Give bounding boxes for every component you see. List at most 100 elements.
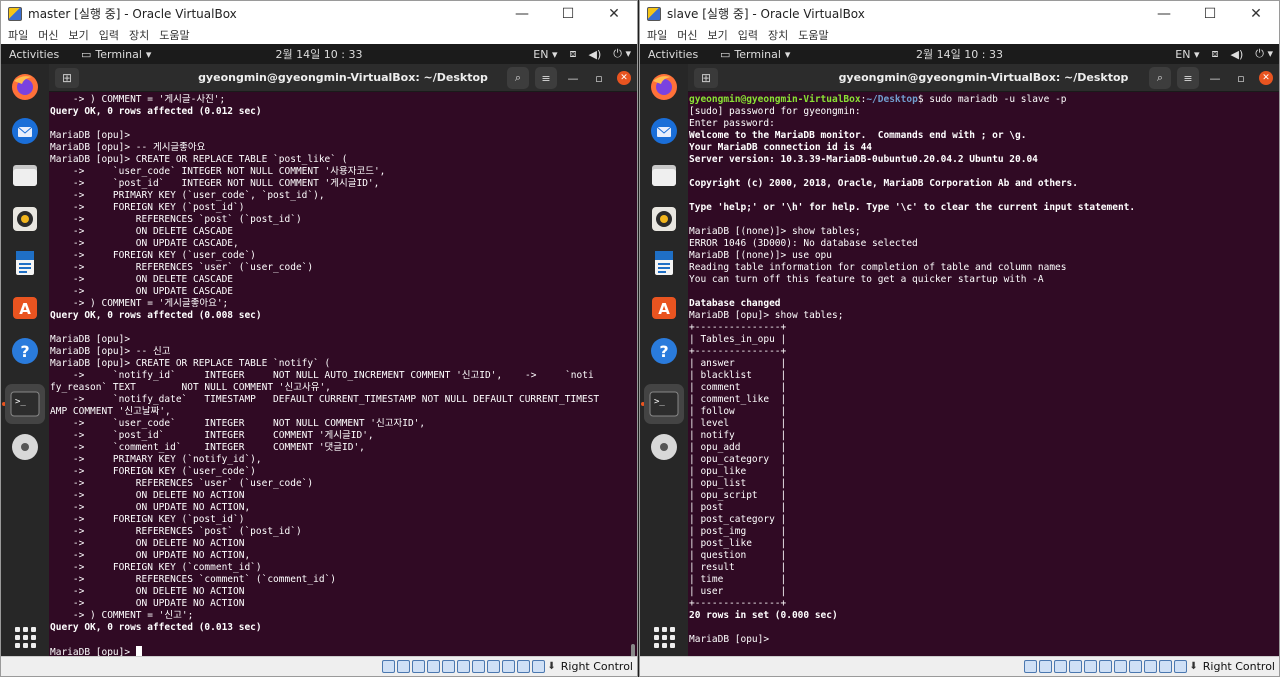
dock-writer[interactable] (8, 246, 42, 280)
show-applications-button[interactable] (8, 620, 42, 654)
dock-terminal[interactable]: >_ (5, 384, 45, 424)
optical-drive-icon[interactable] (1039, 660, 1053, 673)
menu-help[interactable]: 도움말 (159, 27, 189, 43)
maximize-button[interactable]: ▫ (589, 68, 609, 88)
search-button[interactable]: ⌕ (1149, 67, 1171, 89)
slave-vm-window[interactable]: slave [실행 중] - Oracle VirtualBox — ☐ ✕ 파… (639, 0, 1280, 677)
menu-help[interactable]: 도움말 (798, 27, 828, 43)
dock-rhythmbox[interactable] (647, 202, 681, 236)
terminal-headerbar[interactable]: ⊞ gyeongmin@gyeongmin-VirtualBox: ~/Desk… (688, 64, 1279, 92)
dock-optical-disc[interactable] (8, 430, 42, 464)
maximize-button[interactable]: ▫ (1231, 68, 1251, 88)
terminal-output[interactable]: -> ) COMMENT = '게시글-사진'; Query OK, 0 rows… (49, 93, 637, 656)
terminal-line: -> PRIMARY KEY (`notify_id`), (50, 454, 635, 466)
close-button[interactable]: ✕ (1233, 1, 1279, 26)
menu-file[interactable]: 파일 (647, 27, 667, 43)
vt-icon[interactable] (1159, 660, 1173, 673)
host-key-label[interactable]: Right Control (1203, 660, 1275, 673)
menu-input[interactable]: 입력 (738, 27, 758, 43)
menu-button[interactable]: ≡ (535, 67, 557, 89)
network-icon[interactable] (427, 660, 441, 673)
dock-files[interactable] (8, 158, 42, 192)
minimize-button[interactable]: — (1205, 68, 1225, 88)
terminal-line-text: -> ) COMMENT = '게시글좋아요'; (50, 298, 229, 309)
close-button[interactable]: ✕ (1259, 71, 1273, 85)
vt-icon[interactable] (517, 660, 531, 673)
mouse-integration-icon[interactable] (532, 660, 546, 673)
mouse-integration-icon[interactable] (1174, 660, 1188, 673)
terminal-line-text: | opu_script | (689, 490, 787, 501)
dock-files[interactable] (647, 158, 681, 192)
input-language[interactable]: EN ▾ (1175, 48, 1199, 61)
dock-thunderbird[interactable] (647, 114, 681, 148)
system-tray[interactable]: EN ▾ ⧈ ◀) ⏻ ▾ (533, 44, 631, 64)
dock-software[interactable]: A (647, 290, 681, 324)
terminal-line-text: [sudo] password for gyeongmin: (689, 106, 861, 117)
usb-icon[interactable] (1084, 660, 1098, 673)
dock-thunderbird[interactable] (8, 114, 42, 148)
app-menu[interactable]: ▭ Terminal ▾ (720, 48, 790, 61)
dock-terminal[interactable]: >_ (644, 384, 684, 424)
terminal-output[interactable]: gyeongmin@gyeongmin-VirtualBox:~/Desktop… (688, 93, 1279, 656)
terminal-line-text: Enter password: (689, 118, 775, 129)
terminal-line: Enter password: (689, 118, 1277, 130)
recording-icon[interactable] (1129, 660, 1143, 673)
optical-drive-icon[interactable] (397, 660, 411, 673)
minimize-button[interactable]: — (563, 68, 583, 88)
dock-firefox[interactable] (647, 70, 681, 104)
menu-devices[interactable]: 장치 (129, 27, 149, 43)
recording-icon[interactable] (487, 660, 501, 673)
activities-button[interactable]: Activities (648, 48, 720, 61)
close-button[interactable]: ✕ (591, 1, 637, 26)
close-button[interactable]: ✕ (617, 71, 631, 85)
dock-firefox[interactable] (8, 70, 42, 104)
network-icon[interactable] (1069, 660, 1083, 673)
cpu-icon[interactable] (502, 660, 516, 673)
new-tab-button[interactable]: ⊞ (694, 68, 718, 88)
terminal-window[interactable]: ⊞ gyeongmin@gyeongmin-VirtualBox: ~/Desk… (688, 64, 1279, 656)
menu-machine[interactable]: 머신 (38, 27, 58, 43)
terminal-window[interactable]: ⊞ gyeongmin@gyeongmin-VirtualBox: ~/Desk… (49, 64, 637, 676)
usb-icon[interactable] (442, 660, 456, 673)
audio-icon[interactable] (1054, 660, 1068, 673)
maximize-button[interactable]: ☐ (1187, 1, 1233, 26)
display-icon[interactable] (472, 660, 486, 673)
menu-view[interactable]: 보기 (708, 27, 728, 43)
terminal-headerbar[interactable]: ⊞ gyeongmin@gyeongmin-VirtualBox: ~/Desk… (49, 64, 637, 92)
menu-machine[interactable]: 머신 (677, 27, 697, 43)
dock-help[interactable]: ? (8, 334, 42, 368)
activities-button[interactable]: Activities (9, 48, 81, 61)
dock-help[interactable]: ? (647, 334, 681, 368)
maximize-button[interactable]: ☐ (545, 1, 591, 26)
search-button[interactable]: ⌕ (507, 67, 529, 89)
hdd-icon[interactable] (1024, 660, 1038, 673)
gnome-topbar: Activities ▭ Terminal ▾ 2월 14일 10 : 33 E… (640, 44, 1279, 64)
display-icon[interactable] (1114, 660, 1128, 673)
window-titlebar[interactable]: slave [실행 중] - Oracle VirtualBox — ☐ ✕ (640, 1, 1279, 26)
audio-icon[interactable] (412, 660, 426, 673)
dock-writer[interactable] (647, 246, 681, 280)
input-language[interactable]: EN ▾ (533, 48, 557, 61)
menu-input[interactable]: 입력 (99, 27, 119, 43)
new-tab-button[interactable]: ⊞ (55, 68, 79, 88)
dock-software[interactable]: A (8, 290, 42, 324)
menu-file[interactable]: 파일 (8, 27, 28, 43)
master-vm-window[interactable]: master [실행 중] - Oracle VirtualBox — ☐ ✕ … (0, 0, 638, 677)
menu-view[interactable]: 보기 (69, 27, 89, 43)
cpu-icon[interactable] (1144, 660, 1158, 673)
app-menu[interactable]: ▭ Terminal ▾ (81, 48, 151, 61)
dock-rhythmbox[interactable] (8, 202, 42, 236)
menu-button[interactable]: ≡ (1177, 67, 1199, 89)
minimize-button[interactable]: — (1141, 1, 1187, 26)
hdd-icon[interactable] (382, 660, 396, 673)
firefox-icon (12, 74, 38, 100)
window-titlebar[interactable]: master [실행 중] - Oracle VirtualBox — ☐ ✕ (1, 1, 637, 26)
minimize-button[interactable]: — (499, 1, 545, 26)
host-key-label[interactable]: Right Control (561, 660, 633, 673)
system-tray[interactable]: EN ▾ ⧈ ◀) ⏻ ▾ (1175, 44, 1273, 64)
menu-devices[interactable]: 장치 (768, 27, 788, 43)
dock-optical-disc[interactable] (647, 430, 681, 464)
show-applications-button[interactable] (647, 620, 681, 654)
shared-folder-icon[interactable] (1099, 660, 1113, 673)
shared-folder-icon[interactable] (457, 660, 471, 673)
